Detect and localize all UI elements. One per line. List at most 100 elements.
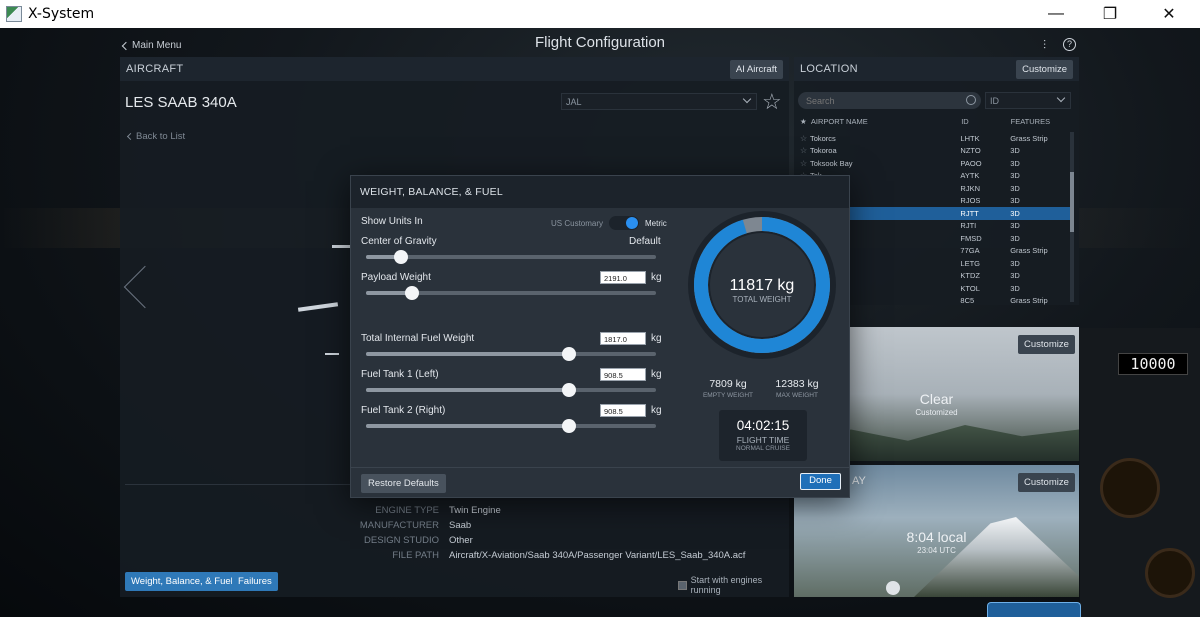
local-time: 8:04 local: [906, 529, 967, 545]
airport-row[interactable]: ☆ Tokoroa NZTO 3D: [798, 145, 1070, 158]
info-value: Other: [449, 535, 473, 546]
payload-slider-knob[interactable]: [405, 286, 420, 300]
aircraft-tail: [332, 245, 350, 248]
help-icon[interactable]: ?: [1063, 38, 1076, 51]
airport-id: PAOO: [960, 158, 982, 168]
airport-id: AYTK: [960, 171, 980, 181]
cg-slider-knob[interactable]: [393, 250, 408, 264]
total-fuel-slider[interactable]: [366, 347, 656, 361]
info-row: DESIGN STUDIO Other: [300, 535, 473, 546]
location-customize-button[interactable]: Customize: [1016, 59, 1073, 79]
time-customize-button[interactable]: Customize: [1018, 473, 1075, 492]
aircraft-name: LES SAAB 340A: [125, 94, 237, 111]
airport-row[interactable]: ☆ Toksook Bay PAOO 3D: [798, 157, 1070, 170]
scroll-thumb[interactable]: [1070, 172, 1074, 232]
tank2-input[interactable]: 908.5: [600, 404, 646, 417]
airport-row[interactable]: ☆ Tokorcs LHTK Grass Strip: [798, 132, 1070, 145]
done-button[interactable]: Done: [800, 473, 841, 490]
minimize-button[interactable]: —: [1033, 0, 1079, 28]
dialog-footer-divider: [351, 467, 849, 468]
column-header-features[interactable]: FEATURES: [1011, 117, 1070, 126]
tank1-input[interactable]: 908.5: [600, 368, 646, 381]
total-fuel-slider-knob[interactable]: [562, 347, 576, 361]
airport-id: RJOS: [960, 196, 981, 206]
weight-balance-fuel-button[interactable]: Weight, Balance, & Fuel: [125, 572, 239, 591]
units-toggle[interactable]: [609, 216, 640, 230]
tank1-slider-knob[interactable]: [562, 383, 576, 397]
slider-fill: [366, 352, 569, 356]
weather-customize-button[interactable]: Customize: [1018, 335, 1075, 354]
previous-aircraft-arrow-icon[interactable]: [123, 265, 167, 309]
settings-sliders-icon[interactable]: ⫶: [1043, 38, 1046, 53]
info-row: ENGINE TYPE Twin Engine: [300, 505, 500, 516]
airport-id: NZTO: [960, 146, 981, 156]
favorite-star-icon[interactable]: ☆: [800, 134, 810, 143]
dialog-header: WEIGHT, BALANCE, & FUEL: [351, 176, 849, 208]
time-slider-knob[interactable]: [886, 581, 900, 595]
window-titlebar: X-System — ❐ ✕: [0, 0, 1200, 28]
info-row: MANUFACTURER Saab: [300, 520, 471, 531]
livery-value: JAL: [566, 97, 582, 107]
airport-features: Grass Strip: [1010, 133, 1048, 143]
start-flight-button[interactable]: [987, 602, 1081, 617]
column-name-label: AIRPORT NAME: [810, 117, 868, 126]
airport-id: FMSD: [960, 233, 982, 243]
chevron-left-icon: [126, 132, 135, 141]
cg-slider[interactable]: [366, 250, 656, 264]
info-key: DESIGN STUDIO: [364, 535, 439, 546]
favorite-star-icon[interactable]: ☆: [800, 146, 810, 155]
info-value: Aircraft/X-Aviation/Saab 340A/Passenger …: [449, 550, 746, 561]
search-icon[interactable]: [966, 95, 976, 105]
airport-features: Grass Strip: [1010, 296, 1048, 306]
slider-fill: [366, 388, 569, 392]
favorite-star-icon[interactable]: ☆: [800, 159, 810, 168]
close-button[interactable]: ✕: [1146, 0, 1192, 28]
id-filter-select[interactable]: ID: [985, 92, 1071, 109]
tank2-slider-knob[interactable]: [562, 419, 576, 433]
info-key: MANUFACTURER: [359, 520, 439, 531]
empty-weight-label: EMPTY WEIGHT: [702, 392, 754, 399]
maximize-button[interactable]: ❐: [1087, 0, 1133, 28]
engines-running-label: Start with engines running: [690, 575, 763, 595]
back-to-list-label: Back to List: [136, 131, 186, 142]
airport-list-scrollbar[interactable]: [1070, 132, 1074, 302]
restore-defaults-button[interactable]: Restore Defaults: [361, 474, 446, 493]
back-to-list-link[interactable]: Back to List: [126, 131, 186, 142]
tank1-slider[interactable]: [366, 383, 656, 397]
payload-label: Payload Weight: [361, 272, 431, 283]
tank2-slider[interactable]: [366, 419, 656, 433]
app-icon: [6, 6, 22, 22]
slider-fill: [366, 424, 569, 428]
toggle-knob: [626, 217, 639, 229]
airport-id: KTDZ: [960, 271, 980, 281]
search-wrapper: [798, 92, 981, 109]
airport-id: RJTT: [960, 208, 979, 218]
total-fuel-input[interactable]: 1817.0: [600, 332, 646, 345]
airport-id: LHTK: [960, 133, 980, 143]
engines-running-checkbox[interactable]: [678, 580, 687, 590]
favorite-star-icon[interactable]: ☆: [762, 89, 782, 115]
utc-time: 23:04 UTC: [917, 546, 956, 555]
unit-us-label[interactable]: US Customary: [551, 219, 603, 228]
airport-features: 3D: [1010, 221, 1020, 231]
payload-slider[interactable]: [366, 286, 656, 300]
livery-select[interactable]: JAL: [561, 93, 757, 110]
aircraft-panel-header: AIRCRAFT AI Aircraft: [120, 57, 789, 81]
airport-features: 3D: [1010, 233, 1020, 243]
engines-running-option[interactable]: Start with engines running: [678, 575, 789, 595]
payload-input[interactable]: 2191.0: [600, 271, 646, 284]
failures-button[interactable]: Failures: [232, 572, 278, 591]
airport-name: Tokorcs: [809, 133, 836, 143]
column-header-name[interactable]: ★ AIRPORT NAME: [800, 117, 961, 126]
column-header-id[interactable]: ID: [961, 117, 1010, 126]
tank1-unit: kg: [651, 369, 662, 380]
units-label: Show Units In: [361, 216, 423, 227]
units-toggle-group: US Customary Metric: [551, 216, 667, 230]
unit-metric-label[interactable]: Metric: [645, 219, 667, 228]
total-weight-label: TOTAL WEIGHT: [732, 295, 792, 304]
page-title: Flight Configuration: [534, 34, 666, 51]
ai-aircraft-button[interactable]: AI Aircraft: [729, 59, 783, 79]
airport-features: 3D: [1010, 196, 1020, 206]
airport-id: KTOL: [960, 283, 980, 293]
search-input[interactable]: [798, 92, 981, 109]
